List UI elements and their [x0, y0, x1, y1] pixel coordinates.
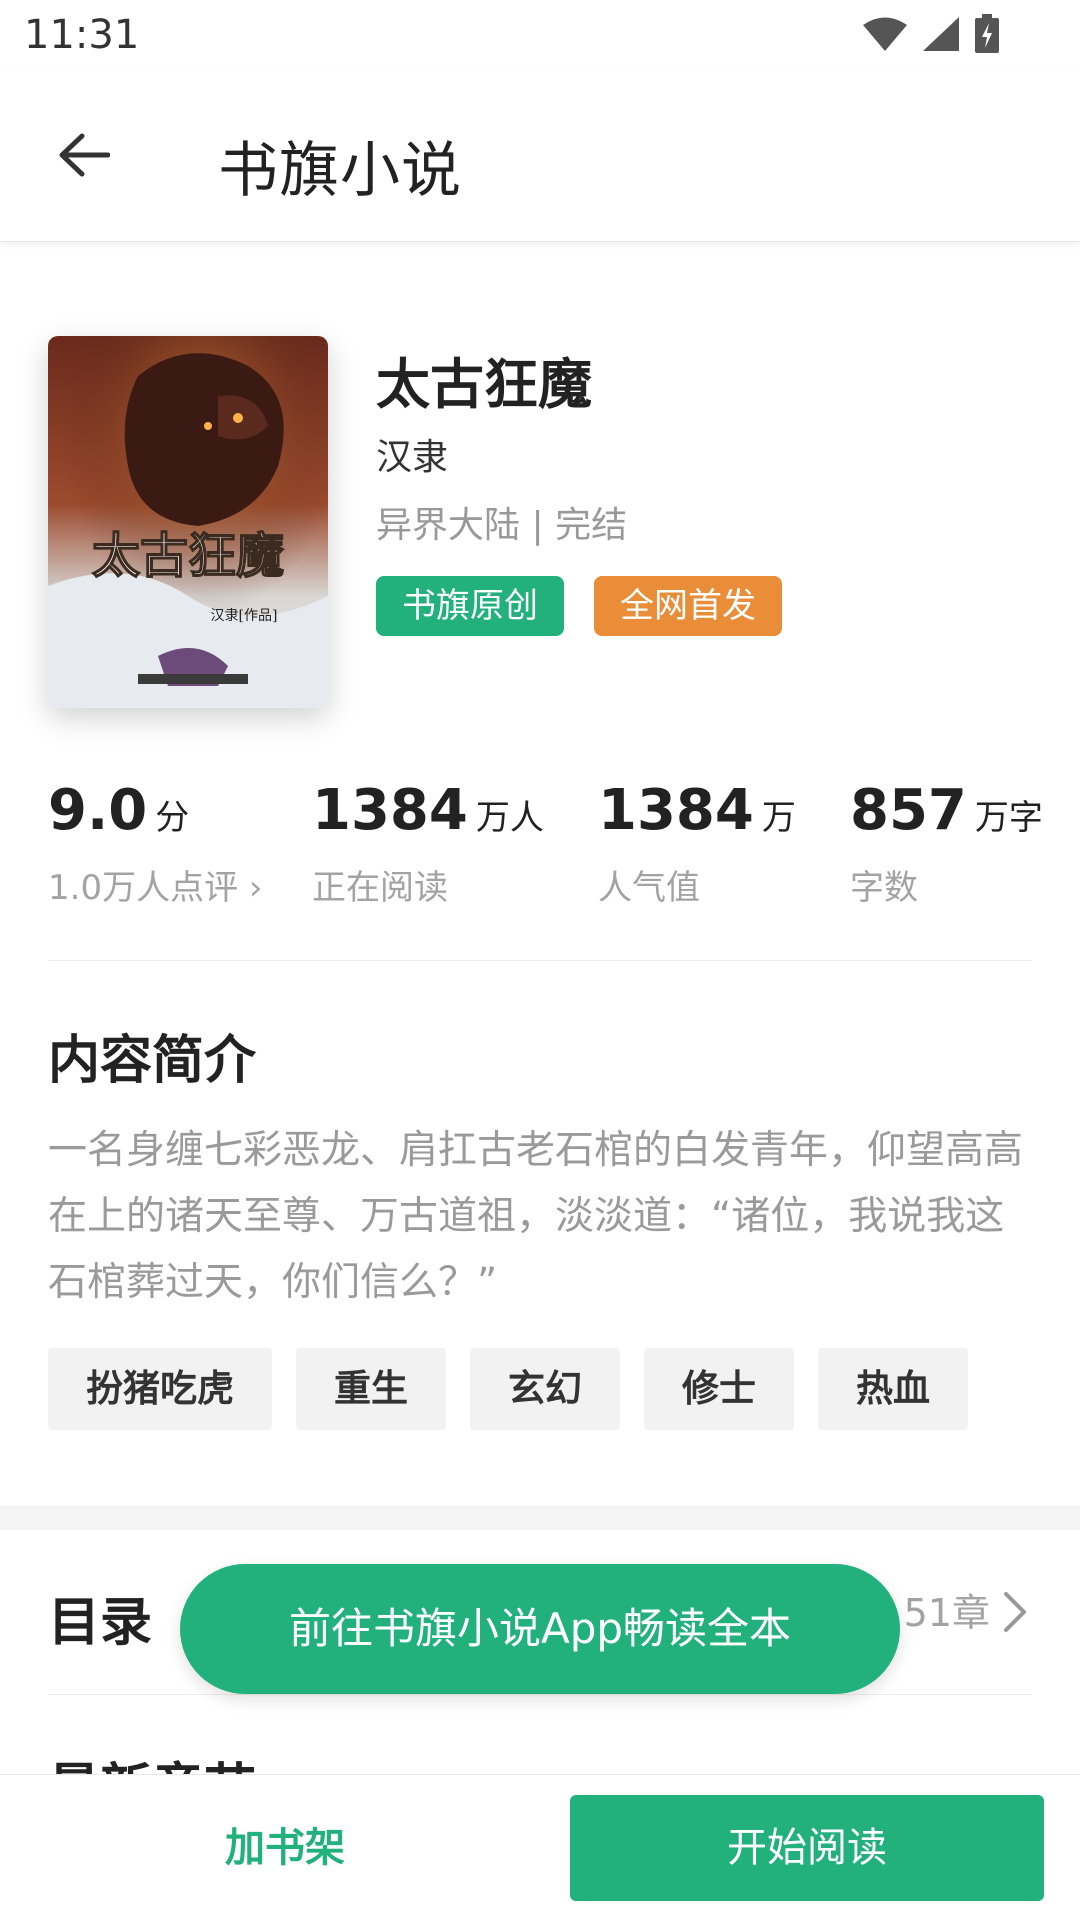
divider	[48, 960, 1032, 961]
battery-charging-icon	[974, 14, 1000, 54]
stat-word-count: 857 万字 字数	[850, 778, 1043, 908]
stat-word-count-value: 857	[850, 778, 967, 843]
app-bar: 书旗小说	[0, 72, 1080, 242]
tag-item[interactable]: 玄幻	[470, 1348, 620, 1430]
bottom-action-bar: 加书架 开始阅读	[0, 1774, 1080, 1920]
stat-readers-label: 正在阅读	[312, 868, 448, 908]
stat-rating-unit: 分	[155, 798, 190, 838]
book-cover[interactable]: 太古狂魔 汉隶[作品]	[48, 336, 328, 708]
catalog-title[interactable]: 目录	[48, 1580, 152, 1655]
stat-popularity-label: 人气值	[598, 868, 700, 908]
page-title: 书旗小说	[218, 136, 462, 206]
stat-rating[interactable]: 9.0 分 1.0万人点评 ›	[48, 778, 262, 908]
back-button[interactable]	[44, 124, 124, 190]
status-time: 11:31	[24, 12, 140, 58]
section-separator	[0, 1506, 1080, 1530]
open-app-button[interactable]: 前往书旗小说App畅读全本	[180, 1564, 900, 1694]
add-to-shelf-button[interactable]: 加书架	[0, 1775, 570, 1920]
stat-readers-value: 1384	[312, 778, 468, 843]
stat-word-count-unit: 万字	[974, 798, 1043, 838]
book-title: 太古狂魔	[376, 353, 592, 416]
stat-readers: 1384 万人 正在阅读	[312, 778, 544, 908]
status-bar: 11:31	[0, 0, 1080, 72]
stat-word-count-label: 字数	[850, 868, 918, 908]
start-reading-button[interactable]: 开始阅读	[570, 1795, 1044, 1901]
book-meta: 异界大陆 | 完结	[376, 496, 627, 548]
stat-popularity: 1384 万 人气值	[598, 778, 796, 908]
book-detail-page: 11:31 书旗小说 太古狂魔 汉隶[作品] 太古狂魔 汉隶 异界大陆 | 完结…	[0, 0, 1080, 1920]
stat-rating-label[interactable]: 1.0万人点评 ›	[48, 860, 262, 909]
badge-original: 书旗原创	[376, 576, 564, 636]
book-status: 完结	[555, 505, 628, 546]
stat-rating-value: 9.0	[48, 778, 148, 843]
book-category: 异界大陆	[376, 505, 521, 546]
tag-item[interactable]: 修士	[644, 1348, 794, 1430]
cover-credit-text: 汉隶[作品]	[211, 608, 278, 624]
tag-item[interactable]: 扮猪吃虎	[48, 1348, 272, 1430]
tag-item[interactable]: 重生	[296, 1348, 446, 1430]
tag-item[interactable]: 热血	[818, 1348, 968, 1430]
book-author[interactable]: 汉隶	[376, 428, 448, 480]
catalog-count[interactable]: 51章	[904, 1582, 990, 1637]
signal-icon	[922, 16, 960, 52]
divider	[48, 1694, 1032, 1695]
status-icons	[862, 14, 1000, 54]
chevron-right-icon[interactable]	[1002, 1590, 1028, 1638]
meta-separator: |	[531, 505, 544, 546]
intro-title: 内容简介	[48, 1031, 257, 1091]
badge-first-release: 全网首发	[594, 576, 782, 636]
tag-list: 扮猪吃虎 重生 玄幻 修士 热血	[48, 1348, 968, 1430]
stat-popularity-unit: 万	[761, 798, 796, 838]
arrow-left-icon	[58, 132, 111, 182]
intro-text: 一名身缠七彩恶龙、肩扛古老石棺的白发青年，仰望高高在上的诸天至尊、万古道祖，淡淡…	[48, 1128, 1024, 1305]
cover-title-text: 太古狂魔	[92, 528, 284, 584]
wifi-icon	[862, 16, 908, 52]
stat-popularity-value: 1384	[598, 778, 754, 843]
stat-readers-unit: 万人	[475, 798, 544, 838]
